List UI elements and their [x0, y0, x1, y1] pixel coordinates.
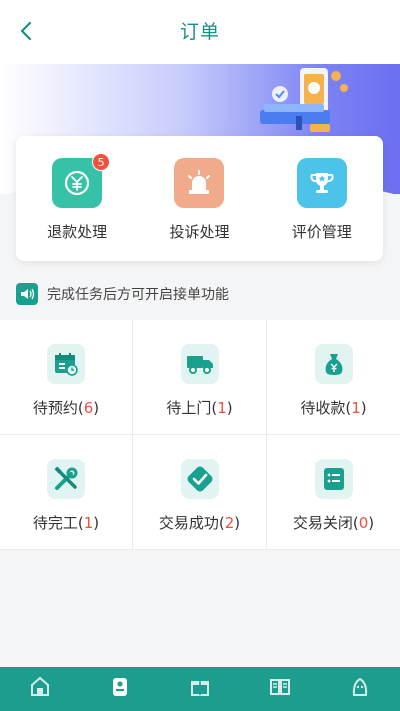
complaint-label: 投诉处理 — [169, 223, 230, 241]
tab-home[interactable] — [10, 667, 70, 711]
tab-gift[interactable] — [170, 667, 230, 711]
refund-action[interactable]: 5 退款处理 — [27, 153, 127, 242]
banner-illustration — [260, 68, 348, 132]
refund-icon-tile: 5 — [52, 153, 111, 208]
refund-label: 退款处理 — [47, 223, 108, 241]
review-label: 评价管理 — [291, 223, 352, 241]
refund-badge: 5 — [92, 153, 111, 171]
grid-item-label: 待预约(6) — [32, 399, 100, 417]
grid-item-pending-booking[interactable]: 待预约(6) — [0, 320, 133, 435]
money-bag-icon — [314, 344, 353, 384]
grid-item-pending-completion[interactable]: 待完工(1) — [0, 435, 133, 550]
order-status-grid: 待预约(6) 待上门(1) 待收款(1) 待完工(1) 交易成功(2) 交易关闭… — [0, 320, 400, 550]
tab-profile[interactable] — [330, 667, 390, 711]
grid-item-label: 待完工(1) — [32, 514, 100, 532]
trophy-icon — [310, 173, 334, 193]
grid-item-pending-visit[interactable]: 待上门(1) — [133, 320, 267, 435]
order-icon — [113, 678, 127, 696]
truck-icon — [180, 344, 219, 384]
quick-actions-card: 5 退款处理 投诉处理 评价管理 — [16, 136, 383, 261]
grid-item-completed[interactable]: 交易成功(2) — [133, 435, 267, 550]
grid-item-closed[interactable]: 交易关闭(0) — [267, 435, 400, 550]
grid-item-label: 交易成功(2) — [158, 514, 241, 532]
gift-icon — [191, 681, 209, 696]
check-icon — [180, 459, 219, 499]
user-icon — [352, 677, 368, 696]
notice-text: 完成任务后方可开启接单功能 — [47, 287, 229, 303]
bottom-tab-bar — [0, 667, 400, 711]
top-nav-bar: 订单 — [0, 0, 400, 64]
complaint-icon-tile — [174, 158, 225, 208]
alarm-light-icon — [188, 170, 211, 194]
grid-item-label: 待上门(1) — [166, 399, 233, 417]
speaker-icon — [16, 283, 38, 305]
grid-item-pending-payment[interactable]: 待收款(1) — [267, 320, 400, 435]
tab-book[interactable] — [250, 667, 310, 711]
calendar-icon — [47, 344, 85, 384]
grid-item-label: 待收款(1) — [300, 399, 367, 417]
grid-item-count: 0 — [358, 514, 369, 532]
book-icon — [270, 679, 290, 695]
list-icon — [314, 459, 353, 499]
grid-item-count: 1 — [83, 514, 94, 532]
grid-item-count: 6 — [83, 399, 94, 417]
tab-orders[interactable] — [90, 667, 150, 711]
grid-item-label: 交易关闭(0) — [292, 514, 375, 532]
review-icon-tile — [296, 158, 347, 208]
home-icon — [31, 676, 49, 696]
grid-item-count: 1 — [351, 399, 361, 417]
notice-bar: 完成任务后方可开启接单功能 — [16, 281, 229, 307]
grid-item-count: 2 — [224, 514, 235, 532]
complaint-action[interactable]: 投诉处理 — [149, 158, 249, 242]
grid-item-count: 1 — [217, 399, 227, 417]
refund-icon — [65, 170, 90, 196]
review-action[interactable]: 评价管理 — [272, 158, 372, 242]
tools-icon — [47, 459, 85, 499]
page-title: 订单 — [179, 21, 220, 43]
